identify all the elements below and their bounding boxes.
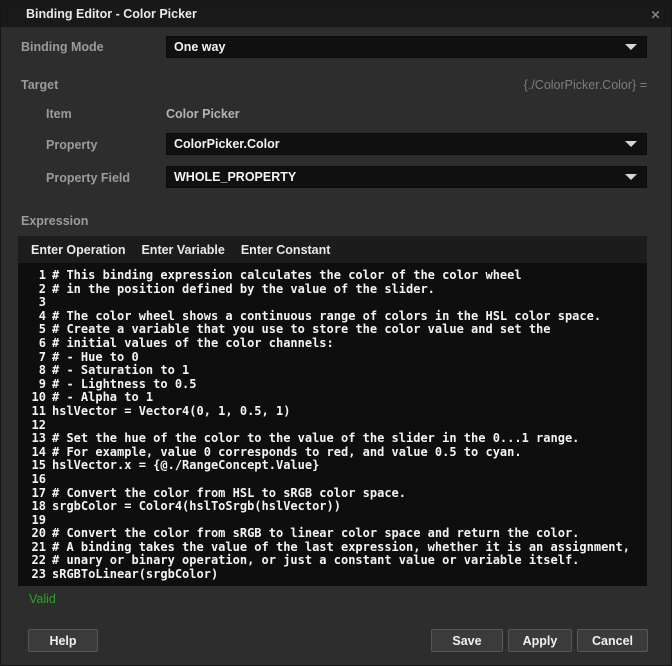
property-field-select[interactable]: WHOLE_PROPERTY bbox=[166, 166, 647, 188]
property-label: Property bbox=[46, 138, 97, 152]
expression-tab-1[interactable]: Enter Variable bbox=[141, 243, 224, 257]
expression-panel: Enter Operation Enter Variable Enter Const… bbox=[18, 236, 647, 586]
chevron-down-icon bbox=[625, 141, 637, 147]
expression-label: Expression bbox=[21, 214, 88, 228]
code-line: 22# unary or binary operation, or just a… bbox=[18, 554, 647, 568]
property-select[interactable]: ColorPicker.Color bbox=[166, 133, 647, 155]
code-line: 13# Set the hue of the color to the valu… bbox=[18, 432, 647, 446]
code-line: 19 bbox=[18, 514, 647, 528]
close-icon[interactable]: ✕ bbox=[647, 6, 664, 23]
binding-mode-value: One way bbox=[174, 40, 625, 54]
target-label: Target bbox=[21, 78, 58, 92]
property-field-label: Property Field bbox=[46, 171, 130, 185]
dialog-title: Binding Editor - Color Picker bbox=[26, 1, 197, 27]
code-line: 15hslVector.x = {@./RangeConcept.Value} bbox=[18, 459, 647, 473]
code-line: 8# - Saturation to 1 bbox=[18, 364, 647, 378]
item-value: Color Picker bbox=[166, 107, 240, 121]
property-value: ColorPicker.Color bbox=[174, 137, 625, 151]
code-line: 6# initial values of the color channels: bbox=[18, 337, 647, 351]
code-line: 16 bbox=[18, 473, 647, 487]
chevron-down-icon bbox=[625, 44, 637, 50]
code-line: 21# A binding takes the value of the las… bbox=[18, 541, 647, 555]
expression-tab-0[interactable]: Enter Operation bbox=[31, 243, 125, 257]
expression-toolbar: Enter Operation Enter Variable Enter Const… bbox=[18, 236, 647, 263]
code-line: 12 bbox=[18, 419, 647, 433]
code-line: 3 bbox=[18, 296, 647, 310]
help-button[interactable]: Help bbox=[28, 629, 98, 652]
code-line: 11hslVector = Vector4(0, 1, 0.5, 1) bbox=[18, 405, 647, 419]
save-button[interactable]: Save bbox=[431, 629, 503, 652]
validation-status: Valid bbox=[29, 592, 56, 606]
code-line: 20# Convert the color from sRGB to linea… bbox=[18, 527, 647, 541]
code-line: 1# This binding expression calculates th… bbox=[18, 269, 647, 283]
code-line: 14# For example, value 0 corresponds to … bbox=[18, 446, 647, 460]
code-line: 2# in the position defined by the value … bbox=[18, 283, 647, 297]
target-binding-hint: {./ColorPicker.Color} = bbox=[524, 78, 647, 92]
expression-tab-2[interactable]: Enter Constant bbox=[241, 243, 331, 257]
code-line: 18srgbColor = Color4(hslToSrgb(hslVector… bbox=[18, 500, 647, 514]
item-label: Item bbox=[46, 107, 72, 121]
titlebar: Binding Editor - Color Picker ✕ bbox=[1, 1, 671, 27]
binding-mode-select[interactable]: One way bbox=[166, 36, 647, 58]
code-line: 5# Create a variable that you use to sto… bbox=[18, 323, 647, 337]
binding-mode-label: Binding Mode bbox=[21, 40, 104, 54]
code-line: 23sRGBToLinear(srgbColor) bbox=[18, 568, 647, 582]
apply-button[interactable]: Apply bbox=[508, 629, 572, 652]
chevron-down-icon bbox=[625, 174, 637, 180]
cancel-button[interactable]: Cancel bbox=[577, 629, 648, 652]
code-line: 4# The color wheel shows a continuous ra… bbox=[18, 310, 647, 324]
binding-editor-dialog: Binding Editor - Color Picker ✕ Binding … bbox=[0, 0, 672, 666]
expression-editor[interactable]: 1# This binding expression calculates th… bbox=[18, 263, 647, 586]
code-line: 10# - Alpha to 1 bbox=[18, 391, 647, 405]
property-field-value: WHOLE_PROPERTY bbox=[174, 170, 625, 184]
code-line: 17# Convert the color from HSL to sRGB c… bbox=[18, 487, 647, 501]
code-line: 7# - Hue to 0 bbox=[18, 351, 647, 365]
code-line: 9# - Lightness to 0.5 bbox=[18, 378, 647, 392]
